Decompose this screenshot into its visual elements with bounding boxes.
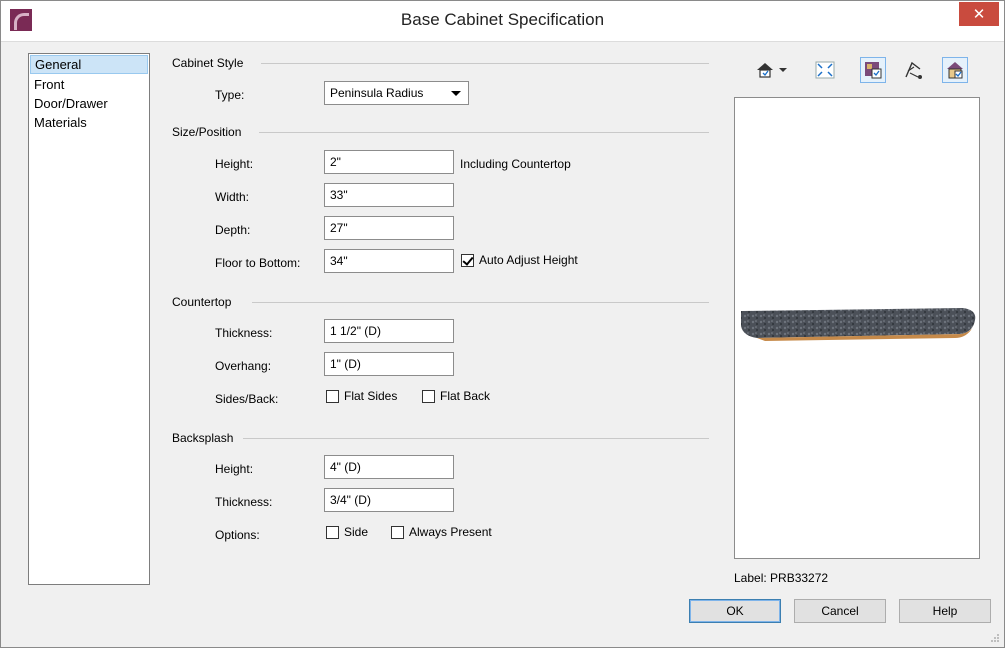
- show-label-icon: [947, 62, 963, 79]
- checkbox-unchecked-icon: [326, 389, 339, 403]
- ok-button[interactable]: OK: [689, 599, 781, 623]
- orbit-icon: [905, 61, 922, 79]
- width-label: Width:: [215, 190, 250, 204]
- nav-item-door-drawer[interactable]: Door/Drawer: [29, 94, 149, 113]
- fit-view-button[interactable]: [812, 57, 838, 83]
- backsplash-heading: Backsplash: [172, 431, 234, 445]
- section-divider: [259, 132, 709, 133]
- backsplash-thickness-label: Thickness:: [215, 495, 273, 509]
- flat-sides-checkbox[interactable]: Flat Sides: [326, 389, 397, 403]
- countertop-heading: Countertop: [172, 295, 232, 309]
- help-button[interactable]: Help: [899, 599, 991, 623]
- chevron-down-icon: [779, 68, 787, 72]
- depth-field[interactable]: 27": [324, 216, 454, 240]
- width-field[interactable]: 33": [324, 183, 454, 207]
- options-label: Options:: [215, 528, 260, 542]
- category-list: General Front Door/Drawer Materials: [28, 53, 150, 585]
- always-present-label: Always Present: [409, 525, 492, 539]
- depth-label: Depth:: [215, 223, 251, 237]
- close-icon: ✕: [972, 6, 986, 23]
- height-label: Height:: [215, 157, 254, 171]
- checkbox-unchecked-icon: [326, 525, 339, 539]
- backsplash-thickness-field[interactable]: 3/4" (D): [324, 488, 454, 512]
- chevron-down-icon: [451, 91, 461, 96]
- sides-back-label: Sides/Back:: [215, 392, 279, 406]
- cabinet-style-heading: Cabinet Style: [172, 56, 244, 70]
- height-note: Including Countertop: [460, 157, 571, 171]
- camera-view-dropdown-button[interactable]: [776, 57, 802, 83]
- side-label: Side: [344, 525, 369, 539]
- countertop-thickness-field[interactable]: 1 1/2" (D): [324, 319, 454, 343]
- flat-back-label: Flat Back: [440, 389, 491, 403]
- auto-adjust-height-label: Auto Adjust Height: [479, 253, 578, 267]
- dialog-window: Base Cabinet Specification ✕ General Fro…: [0, 0, 1005, 648]
- type-selected-value: Peninsula Radius: [330, 86, 424, 100]
- checkbox-unchecked-icon: [391, 525, 404, 539]
- cabinet-preview[interactable]: [734, 97, 980, 559]
- size-position-heading: Size/Position: [172, 125, 242, 139]
- side-checkbox[interactable]: Side: [326, 525, 368, 539]
- cancel-button[interactable]: Cancel: [794, 599, 886, 623]
- dialog-title: Base Cabinet Specification: [400, 10, 605, 29]
- type-dropdown[interactable]: Peninsula Radius: [324, 81, 469, 105]
- type-label: Type:: [215, 88, 245, 102]
- show-label-button[interactable]: [942, 57, 968, 83]
- section-divider: [261, 63, 709, 64]
- backsplash-height-label: Height:: [215, 462, 254, 476]
- overhang-field[interactable]: 1" (D): [324, 352, 454, 376]
- floor-to-bottom-field[interactable]: 34": [324, 249, 454, 273]
- orbit-button[interactable]: [900, 57, 926, 83]
- cabinet-label: Label: PRB33272: [734, 571, 829, 585]
- section-divider: [243, 438, 709, 439]
- countertop-preview-image: [741, 308, 976, 341]
- checkbox-checked-icon: [461, 253, 474, 267]
- floor-to-bottom-label: Floor to Bottom:: [215, 256, 301, 270]
- countertop-thickness-label: Thickness:: [215, 326, 273, 340]
- title-bar[interactable]: Base Cabinet Specification ✕: [1, 1, 1004, 42]
- camera-view-icon: [757, 63, 773, 78]
- camera-view-button[interactable]: [755, 57, 775, 83]
- close-button[interactable]: ✕: [959, 2, 999, 26]
- nav-item-materials[interactable]: Materials: [29, 113, 149, 132]
- height-field[interactable]: 2": [324, 150, 454, 174]
- resize-grip-icon[interactable]: [990, 633, 1000, 643]
- auto-adjust-height-checkbox[interactable]: Auto Adjust Height: [461, 253, 578, 267]
- backsplash-height-field[interactable]: 4" (D): [324, 455, 454, 479]
- show-materials-button[interactable]: [860, 57, 886, 83]
- section-divider: [252, 302, 709, 303]
- overhang-label: Overhang:: [215, 359, 272, 373]
- flat-sides-label: Flat Sides: [344, 389, 398, 403]
- always-present-checkbox[interactable]: Always Present: [391, 525, 492, 539]
- fit-view-icon: [815, 61, 835, 79]
- flat-back-checkbox[interactable]: Flat Back: [422, 389, 490, 403]
- nav-item-general[interactable]: General: [30, 55, 148, 74]
- show-materials-icon: [865, 62, 882, 79]
- checkbox-unchecked-icon: [422, 389, 435, 403]
- nav-item-front[interactable]: Front: [29, 75, 149, 94]
